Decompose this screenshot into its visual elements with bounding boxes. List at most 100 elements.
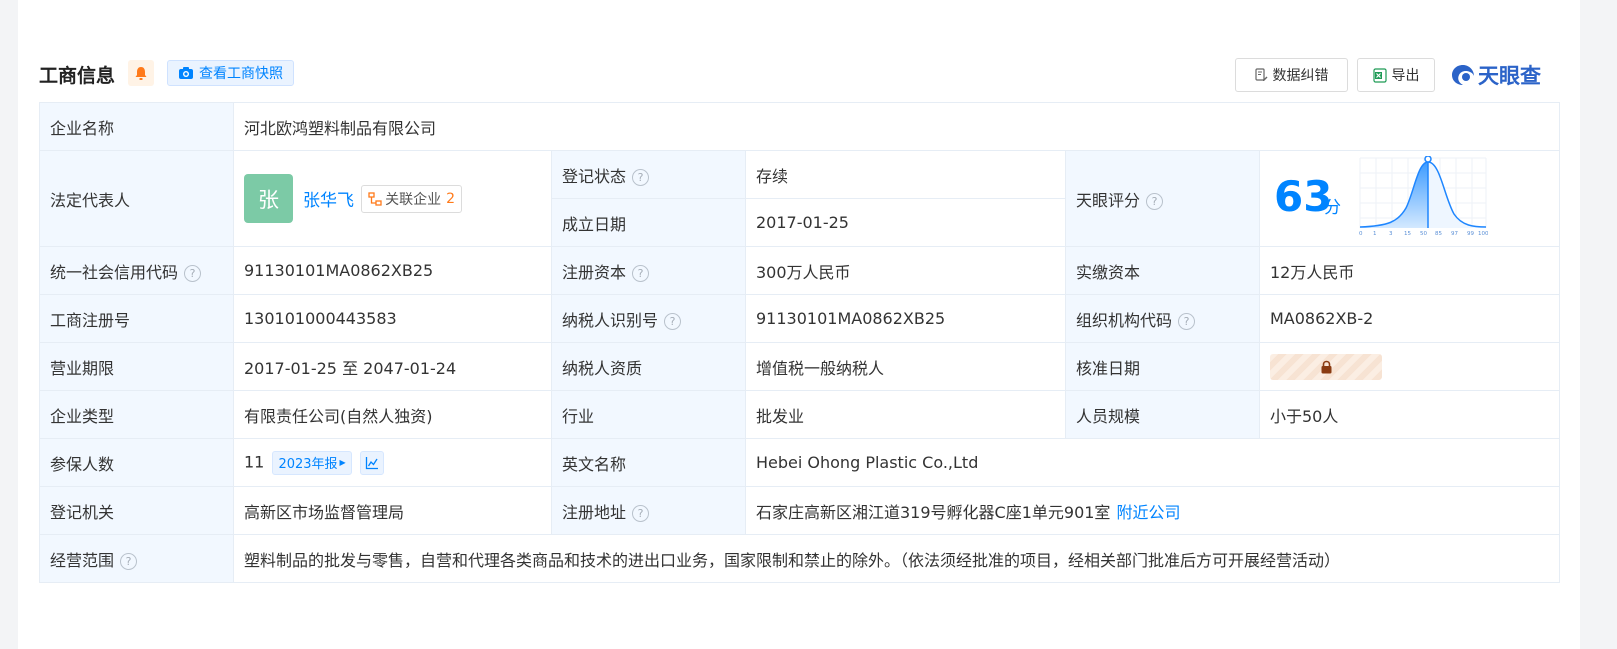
axis-tick: 15	[1404, 231, 1411, 237]
axis-tick: 97	[1451, 231, 1458, 237]
business-info-table: 企业名称 河北欧鸿塑料制品有限公司 法定代表人 张张华飞 关联企业 2 登记状态?…	[39, 102, 1561, 583]
camera-icon	[179, 67, 193, 79]
taxpayer-id-value: 91130101MA0862XB25	[745, 294, 1066, 343]
table-row: 营业期限 2017-01-25 至 2047-01-24 纳税人资质 增值税一般…	[39, 342, 1561, 391]
taxpayer-qual-label: 纳税人资质	[551, 342, 746, 391]
industry-label: 行业	[551, 390, 746, 439]
caret-right-icon: ▶	[339, 458, 346, 467]
taxpayer-id-label-text: 纳税人识别号	[562, 310, 659, 330]
business-term-label: 营业期限	[39, 342, 234, 391]
section-title: 工商信息	[39, 65, 116, 87]
annual-report-label: 2023年报	[278, 457, 338, 472]
lock-icon	[1321, 360, 1331, 373]
score-label: 天眼评分?	[1065, 150, 1260, 247]
reg-no-value: 130101000443583	[233, 294, 552, 343]
reg-status-label: 登记状态?	[551, 150, 746, 199]
english-name-value: Hebei Ohong Plastic Co.,Ltd	[744, 438, 1561, 487]
reg-capital-label: 注册资本?	[551, 246, 746, 295]
score-widget: 63 分 0 1 3 15 50 85 97 99 100	[1260, 152, 1559, 246]
table-row: 参保人数 11 2023年报 ▶ 英文名称 Hebei Ohong Plastic…	[39, 438, 1561, 487]
found-date-label: 成立日期	[551, 198, 746, 247]
help-icon[interactable]: ?	[632, 168, 650, 186]
score-value-cell[interactable]: 63 分 0 1 3 15 50 85 97 99 100	[1258, 150, 1561, 247]
edit-doc-icon	[1254, 68, 1267, 81]
taxpayer-id-label: 纳税人识别号?	[551, 294, 746, 343]
table-row: 经营范围? 塑料制品的批发与零售，自营和代理各类商品和技术的进出口业务，国家限制…	[39, 534, 1561, 583]
help-icon[interactable]: ?	[632, 264, 650, 282]
org-code-label-text: 组织机构代码	[1076, 310, 1173, 330]
business-scope-value: 塑料制品的批发与零售，自营和代理各类商品和技术的进出口业务，国家限制和禁止的除外…	[232, 534, 1561, 583]
monitor-bell-button[interactable]	[128, 60, 154, 86]
view-snapshot-button[interactable]: 查看工商快照	[167, 60, 294, 86]
credit-code-label-text: 统一社会信用代码	[50, 262, 179, 282]
axis-tick: 3	[1389, 231, 1393, 237]
reg-address-label: 注册地址?	[551, 486, 746, 535]
reg-address-value: 石家庄高新区湘江道319号孵化器C座1单元901室 附近公司	[744, 486, 1561, 535]
company-name-label: 企业名称	[39, 102, 234, 151]
company-type-label: 企业类型	[39, 390, 234, 439]
company-name-value: 河北欧鸿塑料制品有限公司	[232, 102, 1561, 151]
related-companies-count: 2	[446, 190, 456, 207]
insured-value: 11 2023年报 ▶	[233, 438, 552, 487]
paid-capital-value: 12万人民币	[1258, 246, 1561, 295]
business-term-value: 2017-01-25 至 2047-01-24	[233, 342, 552, 391]
related-companies-label: 关联企业	[385, 191, 442, 208]
legal-rep-name-link[interactable]: 张华飞	[303, 191, 354, 211]
legal-rep-value: 张张华飞 关联企业 2	[233, 150, 552, 247]
table-row: 统一社会信用代码? 91130101MA0862XB25 注册资本? 300万人…	[39, 246, 1561, 295]
help-icon[interactable]: ?	[120, 552, 138, 570]
reg-status-label-text: 登记状态	[562, 166, 627, 186]
reg-authority-value: 高新区市场监督管理局	[233, 486, 552, 535]
avatar[interactable]: 张	[244, 174, 293, 223]
nearby-companies-link[interactable]: 附近公司	[1116, 503, 1180, 522]
score-distribution-chart: 0 1 3 15 50 85 97 99 100	[1359, 155, 1488, 237]
table-row: 法定代表人 张张华飞 关联企业 2 登记状态? 存续 天眼评分? 63 分 0 …	[39, 150, 1561, 247]
export-button[interactable]: 导出	[1357, 58, 1435, 92]
org-code-label: 组织机构代码?	[1065, 294, 1260, 343]
logo-eye-icon	[1452, 65, 1474, 85]
correct-label: 数据纠错	[1272, 68, 1329, 84]
axis-tick: 99	[1467, 231, 1474, 237]
help-icon[interactable]: ?	[1178, 312, 1196, 330]
locked-value-button[interactable]	[1270, 353, 1382, 380]
tianyancha-logo: 天眼查	[1450, 59, 1541, 91]
related-companies-button[interactable]: 关联企业 2	[361, 184, 463, 213]
export-label: 导出	[1391, 68, 1420, 84]
reg-status-value: 存续	[745, 150, 1066, 199]
axis-tick: 1	[1373, 231, 1377, 237]
help-icon[interactable]: ?	[664, 312, 682, 330]
business-scope-label-text: 经营范围	[50, 550, 115, 570]
taxpayer-qual-value: 增值税一般纳税人	[745, 342, 1066, 391]
approval-date-value	[1258, 342, 1561, 391]
axis-tick: 50	[1420, 231, 1427, 237]
org-chart-icon	[368, 191, 382, 206]
found-date-value: 2017-01-25	[745, 198, 1066, 247]
industry-value: 批发业	[745, 390, 1066, 439]
credit-code-label: 统一社会信用代码?	[39, 246, 234, 295]
snapshot-label: 查看工商快照	[199, 66, 283, 82]
credit-code-value: 91130101MA0862XB25	[233, 246, 552, 295]
help-icon[interactable]: ?	[632, 504, 650, 522]
reg-address-text: 石家庄高新区湘江道319号孵化器C座1单元901室	[756, 502, 1111, 522]
reg-capital-value: 300万人民币	[745, 246, 1066, 295]
line-chart-icon	[365, 456, 378, 469]
trend-chart-button[interactable]	[359, 450, 384, 475]
help-icon[interactable]: ?	[1146, 192, 1164, 210]
help-icon[interactable]: ?	[184, 264, 202, 282]
axis-tick: 100	[1478, 231, 1488, 237]
insured-label: 参保人数	[39, 438, 234, 487]
reg-no-label: 工商注册号	[39, 294, 234, 343]
legal-rep-label: 法定代表人	[39, 150, 234, 247]
table-row: 企业类型 有限责任公司(自然人独资) 行业 批发业 人员规模 小于50人	[39, 390, 1561, 439]
axis-tick: 0	[1359, 231, 1363, 237]
paid-capital-label: 实缴资本	[1065, 246, 1260, 295]
reg-authority-label: 登记机关	[39, 486, 234, 535]
staff-size-value: 小于50人	[1258, 390, 1561, 439]
business-scope-label: 经营范围?	[39, 534, 234, 583]
excel-icon	[1372, 67, 1387, 83]
data-correction-button[interactable]: 数据纠错	[1235, 58, 1348, 92]
reg-address-label-text: 注册地址	[562, 502, 627, 522]
score-unit: 分	[1324, 197, 1341, 218]
annual-report-button[interactable]: 2023年报 ▶	[272, 450, 352, 475]
score-label-text: 天眼评分	[1076, 190, 1141, 210]
